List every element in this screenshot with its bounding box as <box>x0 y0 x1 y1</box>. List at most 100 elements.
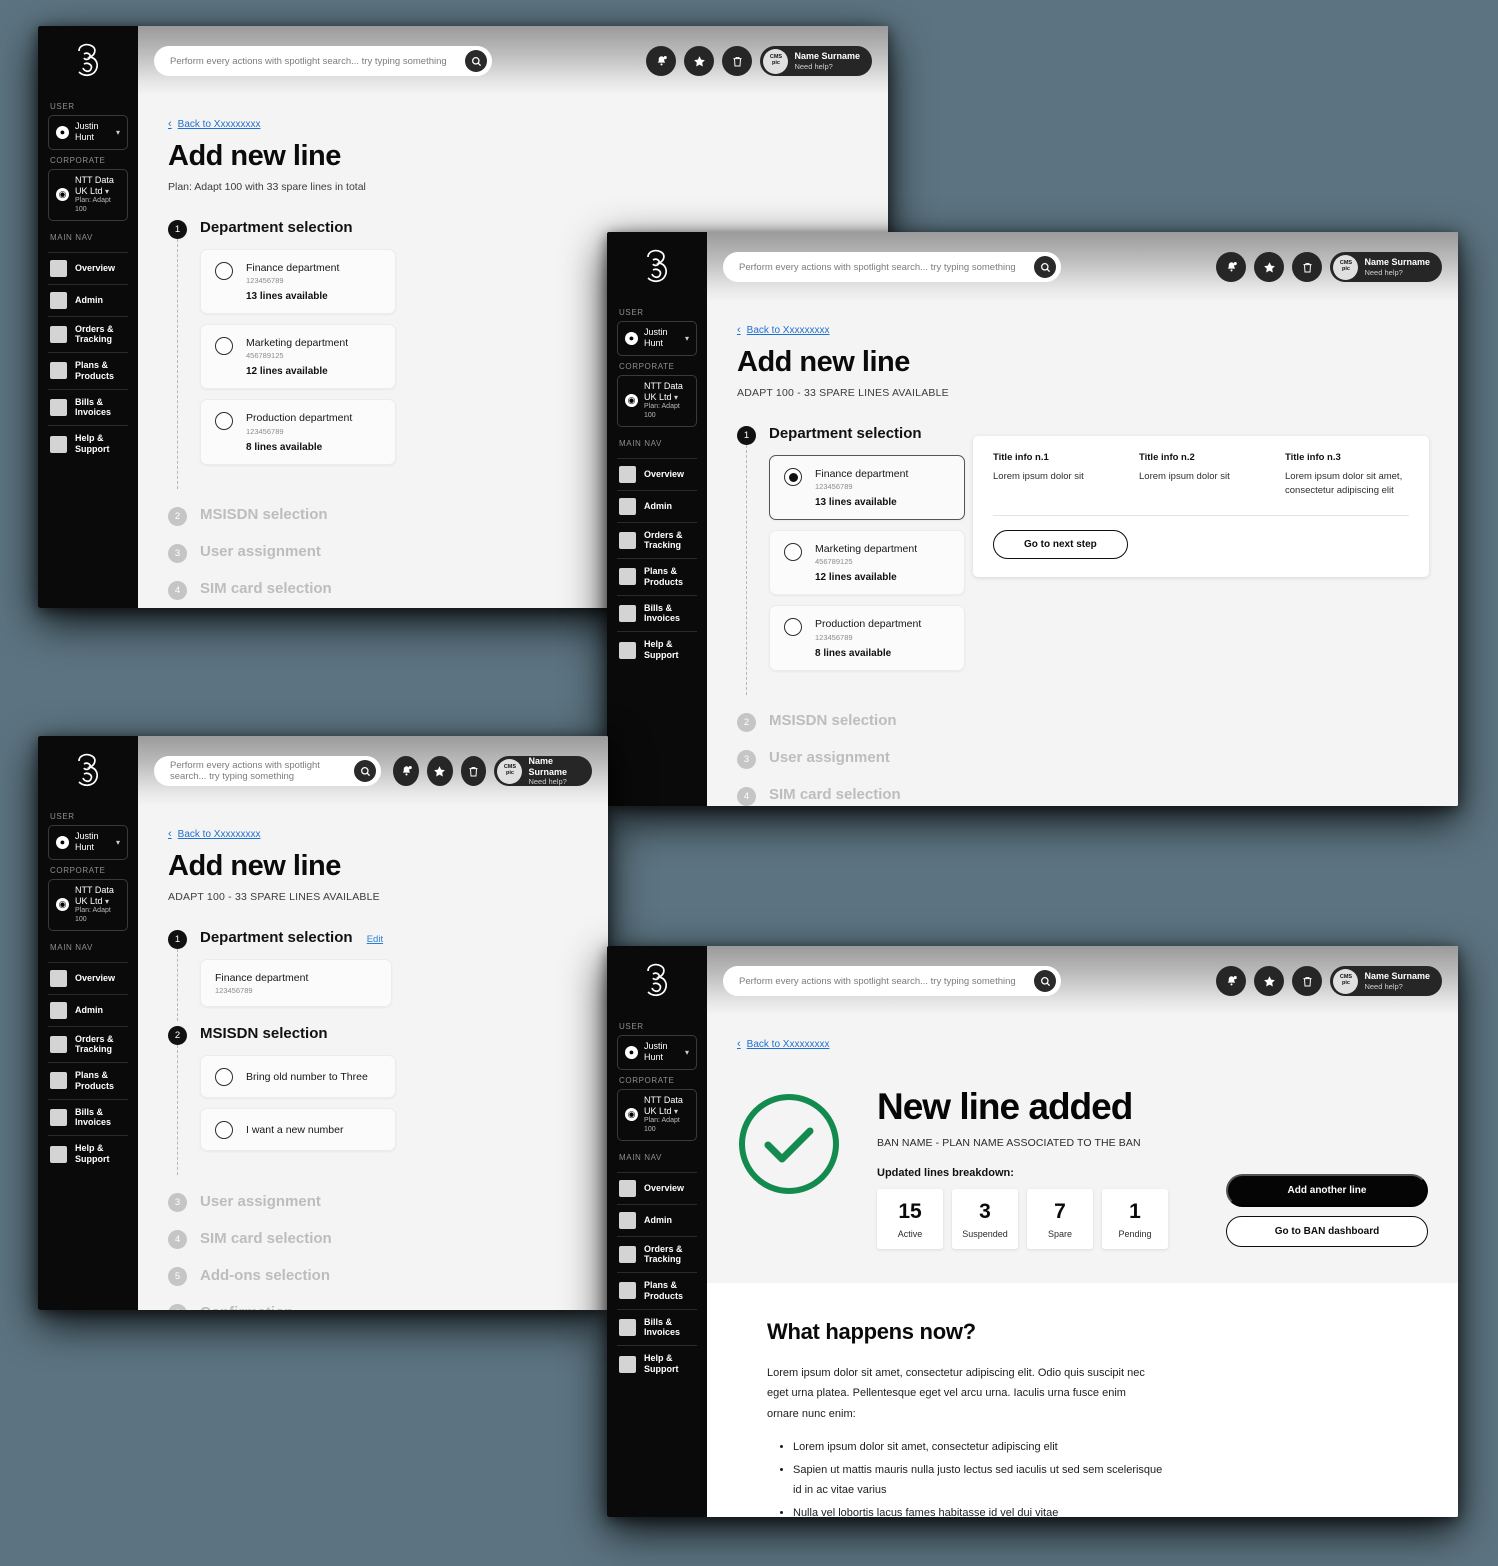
radio-button[interactable] <box>215 412 233 431</box>
search-icon[interactable] <box>354 760 377 782</box>
search-icon[interactable] <box>1034 256 1056 278</box>
confirmation-text-block: New line added BAN NAME - PLAN NAME ASSO… <box>877 1086 1168 1249</box>
three-logo-icon[interactable] <box>617 946 697 1016</box>
sidebar-item-overview[interactable]: Overview <box>617 459 697 491</box>
sidebar-item-admin[interactable]: Admin <box>48 995 128 1027</box>
sidebar-item-bills-invoices[interactable]: Bills & Invoices <box>48 390 128 427</box>
add-another-line-button[interactable]: Add another line <box>1226 1174 1428 1207</box>
department-option[interactable]: Production department 123456789 8 lines … <box>769 605 965 671</box>
three-logo-icon[interactable] <box>48 26 128 96</box>
sidebar-item-bills-invoices[interactable]: Bills & Invoices <box>48 1100 128 1137</box>
sidebar-item-overview[interactable]: Overview <box>617 1173 697 1205</box>
radio-button[interactable] <box>215 1068 233 1087</box>
sidebar-corporate-select[interactable]: ◉ NTT Data UK Ltd ▾ Plan: Adapt 100 <box>617 1088 697 1141</box>
radio-button[interactable] <box>215 1121 233 1140</box>
go-to-ban-dashboard-button[interactable]: Go to BAN dashboard <box>1226 1216 1428 1247</box>
star-icon[interactable] <box>1254 252 1285 282</box>
department-option-selected[interactable]: Finance department 123456789 13 lines av… <box>769 455 965 521</box>
sidebar-item-bills-invoices[interactable]: Bills & Invoices <box>617 1310 697 1347</box>
sidebar-user-select[interactable]: ● Justin Hunt ▾ <box>48 115 128 150</box>
sidebar-item-orders-tracking[interactable]: Orders & Tracking <box>48 317 128 354</box>
search-icon[interactable] <box>1034 970 1056 992</box>
radio-button[interactable] <box>784 543 802 562</box>
back-link[interactable]: ‹ Back to Xxxxxxxxx <box>168 118 858 130</box>
department-option[interactable]: Finance department 123456789 13 lines av… <box>200 249 396 315</box>
notification-bell-icon[interactable] <box>1216 966 1247 996</box>
back-link[interactable]: ‹ Back to Xxxxxxxxx <box>168 828 578 840</box>
notification-bell-icon[interactable] <box>646 46 677 76</box>
sidebar-item-admin[interactable]: Admin <box>617 1205 697 1237</box>
radio-button[interactable] <box>784 618 802 637</box>
sidebar-corporate-select[interactable]: ◉ NTT Data UK Ltd ▾ Plan: Adapt 100 <box>617 374 697 427</box>
sidebar-item-help-support[interactable]: Help & Support <box>48 1136 128 1172</box>
sidebar-item-orders-tracking[interactable]: Orders & Tracking <box>48 1027 128 1064</box>
user-pill[interactable]: CMS pic Name Surname Need help? <box>760 46 872 76</box>
sidebar-item-overview[interactable]: Overview <box>48 963 128 995</box>
sidebar-item-admin[interactable]: Admin <box>617 491 697 523</box>
sidebar-user-select[interactable]: ● Justin Hunt ▾ <box>617 1035 697 1070</box>
sidebar-item-plans-products[interactable]: Plans & Products <box>617 559 697 596</box>
sidebar-item-bills-invoices[interactable]: Bills & Invoices <box>617 596 697 633</box>
sidebar-item-plans-products[interactable]: Plans & Products <box>617 1273 697 1310</box>
sidebar-user-select[interactable]: ● Justin Hunt ▾ <box>617 321 697 356</box>
stat-tile-spare: 7 Spare <box>1027 1189 1093 1249</box>
msisdn-option[interactable]: I want a new number <box>200 1108 396 1152</box>
chevron-down-icon: ▾ <box>674 392 679 402</box>
three-logo-icon[interactable] <box>617 232 697 302</box>
go-to-next-step-button[interactable]: Go to next step <box>993 529 1128 559</box>
sidebar-item-help-support[interactable]: Help & Support <box>617 632 697 668</box>
sidebar-item-admin[interactable]: Admin <box>48 285 128 317</box>
department-option[interactable]: Production department 123456789 8 lines … <box>200 399 396 465</box>
user-name: Name Surname <box>1364 257 1430 268</box>
trash-icon[interactable] <box>722 46 753 76</box>
sidebar-corporate-select[interactable]: ◉ NTT Data UK Ltd ▾ Plan: Adapt 100 <box>48 168 128 221</box>
user-pill[interactable]: CMS pic Name Surname Need help? <box>494 756 592 786</box>
step-6-row[interactable]: 6 Confirmation <box>168 1303 578 1310</box>
user-pill[interactable]: CMS pic Name Surname Need help? <box>1330 966 1442 996</box>
department-option[interactable]: Marketing department 456789125 12 lines … <box>769 530 965 596</box>
three-logo-icon[interactable] <box>48 736 128 806</box>
step-5-row[interactable]: 5 Add-ons selection <box>168 1266 578 1287</box>
step-4-row[interactable]: 4 SIM card selection <box>168 1229 578 1250</box>
step-3-row[interactable]: 3 User assignment <box>168 1192 578 1213</box>
edit-link[interactable]: Edit <box>367 934 383 945</box>
star-icon[interactable] <box>1254 966 1285 996</box>
sidebar-item-plans-products[interactable]: Plans & Products <box>48 353 128 390</box>
search-input[interactable]: Perform every actions with spotlight sea… <box>723 252 1061 282</box>
step-3-row[interactable]: 3 User assignment <box>737 749 1428 769</box>
notification-bell-icon[interactable] <box>393 756 420 786</box>
sidebar-user-select[interactable]: ● Justin Hunt ▾ <box>48 825 128 860</box>
department-option[interactable]: Marketing department 456789125 12 lines … <box>200 324 396 390</box>
back-link[interactable]: ‹ Back to Xxxxxxxxx <box>737 324 1428 336</box>
step-title: Department selection <box>200 929 353 946</box>
sidebar-nav-list: Overview Admin Orders & Tracking Plans &… <box>617 1171 697 1382</box>
trash-icon[interactable] <box>1292 252 1323 282</box>
step-4-row[interactable]: 4 SIM card selection <box>737 786 1428 806</box>
sidebar-item-orders-tracking[interactable]: Orders & Tracking <box>617 1237 697 1274</box>
notification-bell-icon[interactable] <box>1216 252 1247 282</box>
search-input[interactable]: Perform every actions with spotlight sea… <box>154 756 382 786</box>
trash-icon[interactable] <box>1292 966 1323 996</box>
step-title: MSISDN selection <box>200 1025 328 1043</box>
step-2-row[interactable]: 2 MSISDN selection <box>737 712 1428 732</box>
radio-button[interactable] <box>215 262 233 280</box>
sidebar-corporate-select[interactable]: ◉ NTT Data UK Ltd ▾ Plan: Adapt 100 <box>48 878 128 931</box>
main-area: Perform every actions with spotlight sea… <box>707 232 1458 806</box>
search-input[interactable]: Perform every actions with spotlight sea… <box>154 46 492 76</box>
user-pill[interactable]: CMS pic Name Surname Need help? <box>1330 252 1442 282</box>
sidebar-item-help-support[interactable]: Help & Support <box>617 1346 697 1382</box>
sidebar-item-help-support[interactable]: Help & Support <box>48 426 128 462</box>
back-link[interactable]: ‹ Back to Xxxxxxxxx <box>737 1038 1428 1050</box>
sidebar-item-overview[interactable]: Overview <box>48 253 128 285</box>
sidebar-item-plans-products[interactable]: Plans & Products <box>48 1063 128 1100</box>
search-input[interactable]: Perform every actions with spotlight sea… <box>723 966 1061 996</box>
msisdn-option[interactable]: Bring old number to Three <box>200 1055 396 1099</box>
sidebar-item-orders-tracking[interactable]: Orders & Tracking <box>617 523 697 560</box>
star-icon[interactable] <box>684 46 715 76</box>
radio-button[interactable] <box>784 468 802 486</box>
radio-button[interactable] <box>215 337 233 356</box>
selected-department-summary: Finance department 123456789 <box>200 949 578 1021</box>
trash-icon[interactable] <box>460 756 487 786</box>
search-icon[interactable] <box>465 50 487 72</box>
star-icon[interactable] <box>427 756 453 786</box>
